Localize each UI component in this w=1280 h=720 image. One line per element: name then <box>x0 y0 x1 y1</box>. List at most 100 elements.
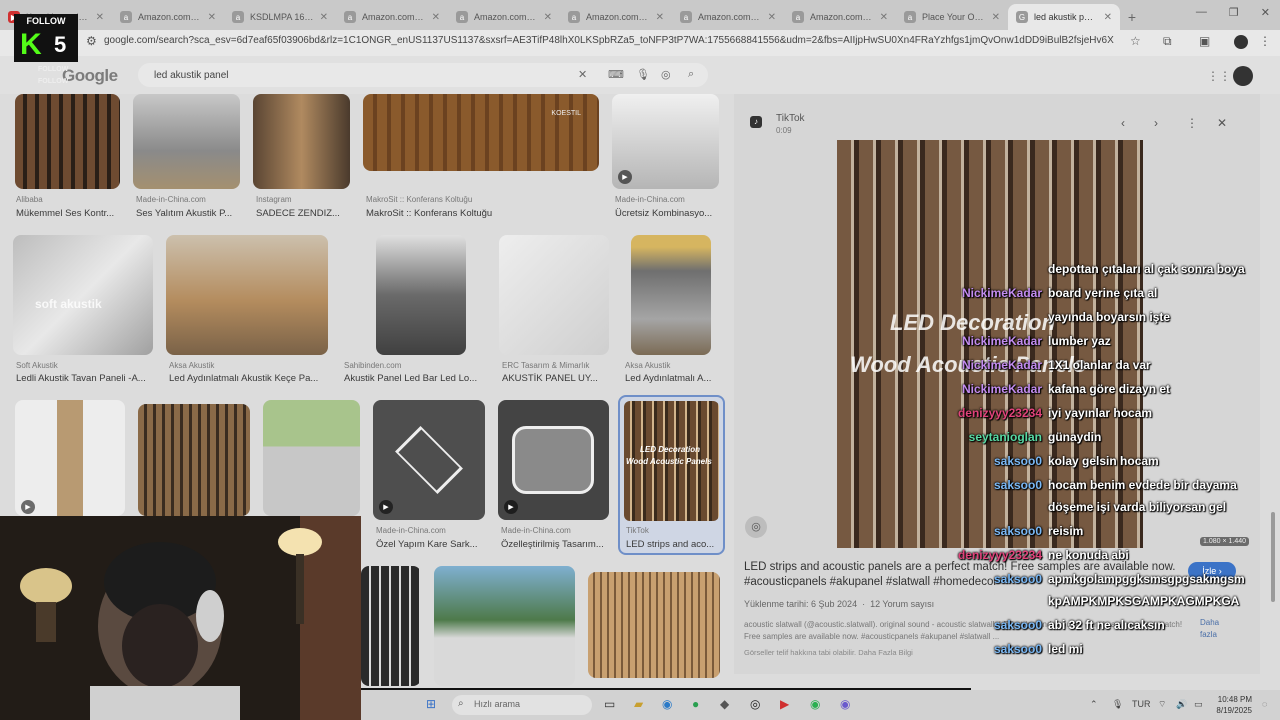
site-info-icon[interactable]: ⚙ <box>86 34 97 48</box>
result-thumb-2-1[interactable]: soft akustik <box>13 235 153 355</box>
result-thumb-3-5[interactable]: ▶ <box>498 400 609 520</box>
close-preview-icon[interactable]: ✕ <box>1217 116 1227 130</box>
result-thumb-2-5[interactable] <box>631 235 711 355</box>
result-title[interactable]: SADECE ZENDIZ... <box>256 208 350 219</box>
result-thumb-3-2[interactable] <box>138 404 250 516</box>
tab-close-icon[interactable]: ✕ <box>992 12 1000 23</box>
result-thumb-4-3[interactable] <box>588 572 720 678</box>
taskbar-search[interactable] <box>452 695 592 715</box>
apps-grid-icon[interactable]: ⋮⋮ <box>1207 69 1231 83</box>
tab-close-icon[interactable]: ✕ <box>544 12 552 23</box>
result-title[interactable]: Led Aydınlatmalı Akustik Keçe Pa... <box>169 373 329 384</box>
lens-icon[interactable]: ◎ <box>661 68 671 81</box>
kick-logo: K 5 <box>14 28 78 62</box>
result-title[interactable]: Özel Yapım Kare Sark... <box>376 539 488 550</box>
tab-close-icon[interactable]: ✕ <box>656 12 664 23</box>
sidepanel-icon[interactable]: ▣ <box>1199 34 1210 48</box>
clock[interactable]: 10:48 PM 8/19/2025 <box>1212 694 1252 716</box>
tab-close-icon[interactable]: ✕ <box>768 12 776 23</box>
browser-tab[interactable]: a Amazon.com: LEA... ✕ <box>672 4 784 30</box>
profile-avatar[interactable] <box>1234 35 1248 49</box>
scrollbar-thumb[interactable] <box>1271 512 1275 602</box>
result-thumb-2-4[interactable] <box>499 235 609 355</box>
result-title[interactable]: Ücretsiz Kombinasyo... <box>615 208 719 219</box>
result-title[interactable]: Mükemmel Ses Kontr... <box>16 208 120 219</box>
browser-tab[interactable]: a Amazon.com Sho... ✕ <box>560 4 672 30</box>
result-thumb-3-3[interactable] <box>263 400 360 516</box>
browser-tab[interactable]: a Amazon.com Sho... ✕ <box>784 4 896 30</box>
task-view-icon[interactable]: ▭ <box>604 697 615 711</box>
result-thumb-1-2[interactable] <box>133 94 240 189</box>
whatsapp-icon[interactable]: ● <box>692 697 699 711</box>
result-title[interactable]: LED strips and aco... <box>626 539 720 550</box>
prev-result-icon[interactable]: ‹ <box>1121 116 1125 130</box>
tray-overflow-icon[interactable]: ⌃ <box>1090 699 1098 710</box>
minimize-icon[interactable]: — <box>1196 6 1207 19</box>
result-thumb-1-1[interactable] <box>15 94 120 189</box>
tab-close-icon[interactable]: ✕ <box>880 12 888 23</box>
result-thumb-3-1[interactable]: ▶ <box>15 400 125 516</box>
clear-search-icon[interactable]: ✕ <box>578 68 587 81</box>
result-thumb-2-3[interactable] <box>376 235 466 355</box>
chat-username: denizyyy23234 <box>957 406 1042 420</box>
preview-source[interactable]: TikTok <box>776 113 805 124</box>
tab-close-icon[interactable]: ✕ <box>1104 12 1112 23</box>
app-icon[interactable]: ◆ <box>720 697 729 711</box>
result-thumb-4-1[interactable] <box>361 566 421 686</box>
result-thumb-1-4[interactable]: KOESTIL <box>363 94 599 171</box>
result-title[interactable]: Ses Yalıtım Akustik P... <box>136 208 240 219</box>
google-account-avatar[interactable] <box>1233 66 1253 86</box>
browser-tab[interactable]: Gled akustik pane ✕ <box>1008 4 1120 30</box>
result-title[interactable]: Ledli Akustik Tavan Paneli -A... <box>16 373 156 384</box>
result-thumb-1-3[interactable] <box>253 94 350 189</box>
mic-icon[interactable]: 🎙 <box>1112 699 1123 710</box>
notifications-icon[interactable]: ◌ <box>1262 699 1267 709</box>
result-thumb-4-2[interactable] <box>434 566 575 686</box>
spotify-icon[interactable]: ◉ <box>810 697 820 711</box>
browser-menu-icon[interactable]: ⋮ <box>1259 34 1271 48</box>
visual-search-icon[interactable]: ◎ <box>745 516 767 538</box>
start-icon[interactable]: ⊞ <box>426 697 436 711</box>
search-query[interactable]: led akustik panel <box>154 70 229 81</box>
result-title[interactable]: AKUSTİK PANEL UY... <box>502 373 612 384</box>
result-title[interactable]: Led Aydınlatmalı A... <box>625 373 720 384</box>
result-title[interactable]: Akustik Panel Led Bar Led Lo... <box>344 373 484 384</box>
microphone-icon[interactable]: 🎙 <box>636 68 650 81</box>
more-link[interactable]: Daha fazla <box>1200 617 1230 641</box>
keyboard-icon[interactable]: ⌨ <box>608 68 624 81</box>
restore-icon[interactable]: ❐ <box>1229 6 1239 19</box>
url-field[interactable]: google.com/search?sca_esv=6d7eaf65f03906… <box>104 35 1114 46</box>
battery-icon[interactable]: ▭ <box>1194 699 1203 710</box>
tab-close-icon[interactable]: ✕ <box>96 12 104 23</box>
tab-close-icon[interactable]: ✕ <box>320 12 328 23</box>
discord-icon[interactable]: ◉ <box>840 697 850 711</box>
page-scrollbar[interactable] <box>1270 92 1276 612</box>
result-title[interactable]: Özelleştirilmiş Tasarım... <box>501 539 609 550</box>
close-window-icon[interactable]: ✕ <box>1261 6 1270 19</box>
result-thumb-3-4[interactable]: ▶ <box>373 400 485 520</box>
network-icon[interactable]: ⌔ <box>1158 699 1166 710</box>
youtube-icon[interactable]: ▶ <box>780 697 789 711</box>
result-title[interactable]: MakroSit :: Konferans Koltuğu <box>366 208 566 219</box>
tab-close-icon[interactable]: ✕ <box>432 12 440 23</box>
browser-tab[interactable]: a KSDLMPA 16.4Ft... ✕ <box>224 4 336 30</box>
chrome-icon[interactable]: ◉ <box>662 697 672 711</box>
more-options-icon[interactable]: ⋮ <box>1186 116 1198 130</box>
browser-tab[interactable]: a Amazon.com: UM... ✕ <box>336 4 448 30</box>
app-icon[interactable]: ◎ <box>750 697 760 711</box>
result-thumb-2-2[interactable] <box>166 235 328 355</box>
chat-username: saksoo0 <box>993 618 1042 632</box>
result-thumb-1-5[interactable]: ▶ <box>612 94 719 189</box>
volume-icon[interactable]: 🔊 <box>1176 699 1187 710</box>
search-icon[interactable]: ⌕ <box>688 68 694 81</box>
next-result-icon[interactable]: › <box>1154 116 1158 130</box>
language-indicator[interactable]: TUR <box>1132 699 1151 709</box>
tab-close-icon[interactable]: ✕ <box>208 12 216 23</box>
new-tab-button[interactable]: + <box>1120 9 1144 25</box>
file-explorer-icon[interactable]: ▰ <box>634 697 643 711</box>
browser-tab[interactable]: a Amazon.com Sho... ✕ <box>448 4 560 30</box>
browser-tab[interactable]: a Place Your Order... ✕ <box>896 4 1008 30</box>
extensions-icon[interactable]: ⧉ <box>1163 34 1172 49</box>
bookmark-star-icon[interactable]: ☆ <box>1130 34 1141 48</box>
browser-tab[interactable]: a Amazon.com Sho... ✕ <box>112 4 224 30</box>
